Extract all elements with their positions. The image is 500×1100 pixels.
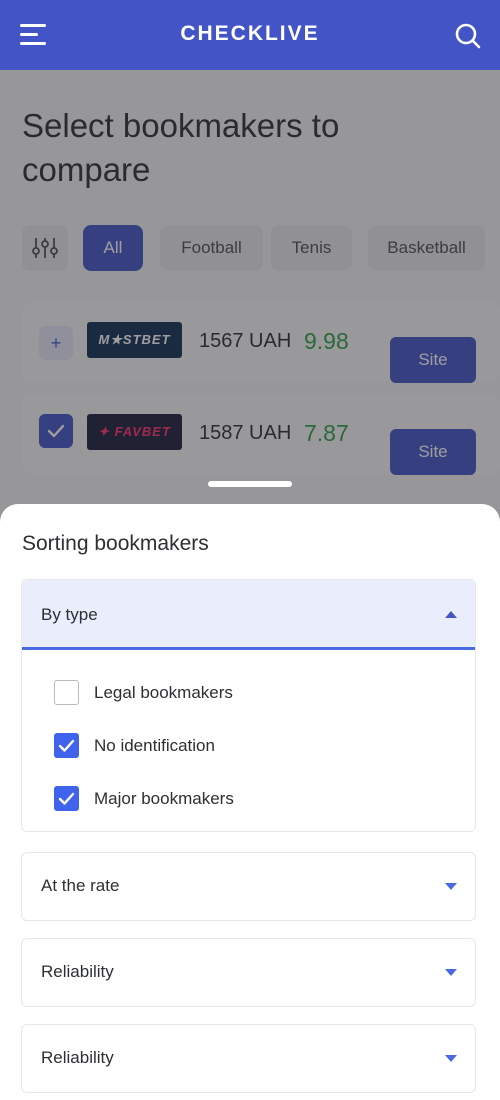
chevron-down-icon [445, 883, 457, 890]
accordion-at-the-rate[interactable]: At the rate [21, 852, 476, 921]
chevron-down-icon [445, 969, 457, 976]
sheet-drag-handle[interactable] [208, 481, 292, 487]
accordion-by-type: By type Legal bookmakers No identificati… [21, 579, 476, 832]
option-label: Legal bookmakers [94, 683, 233, 702]
check-icon [58, 739, 75, 752]
sorting-sheet: Sorting bookmakers By type Legal bookmak… [0, 504, 500, 1100]
accordion-label: At the rate [41, 876, 120, 895]
checkbox-unchecked[interactable] [54, 680, 79, 705]
chevron-up-icon [445, 611, 457, 618]
option-legal-bookmakers[interactable]: Legal bookmakers [54, 680, 434, 706]
checkbox-checked[interactable] [54, 733, 79, 758]
accordion-reliability-2[interactable]: Reliability [21, 1024, 476, 1093]
accordion-reliability[interactable]: Reliability [21, 938, 476, 1007]
app-brand: CHECKLIVE [180, 22, 320, 45]
accordion-label: Reliability [41, 1048, 114, 1067]
accordion-label: Reliability [41, 962, 114, 981]
accordion-header-by-type[interactable]: By type [22, 580, 475, 650]
accordion-label: By type [41, 605, 98, 624]
check-icon [58, 792, 75, 805]
option-major-bookmakers[interactable]: Major bookmakers [54, 786, 434, 812]
chevron-down-icon [445, 1055, 457, 1062]
option-label: No identification [94, 736, 215, 755]
option-no-identification[interactable]: No identification [54, 733, 434, 759]
checkbox-checked[interactable] [54, 786, 79, 811]
top-bar: CHECKLIVE [0, 0, 500, 70]
option-label: Major bookmakers [94, 789, 234, 808]
search-icon[interactable] [454, 22, 482, 50]
sheet-title: Sorting bookmakers [22, 532, 209, 555]
